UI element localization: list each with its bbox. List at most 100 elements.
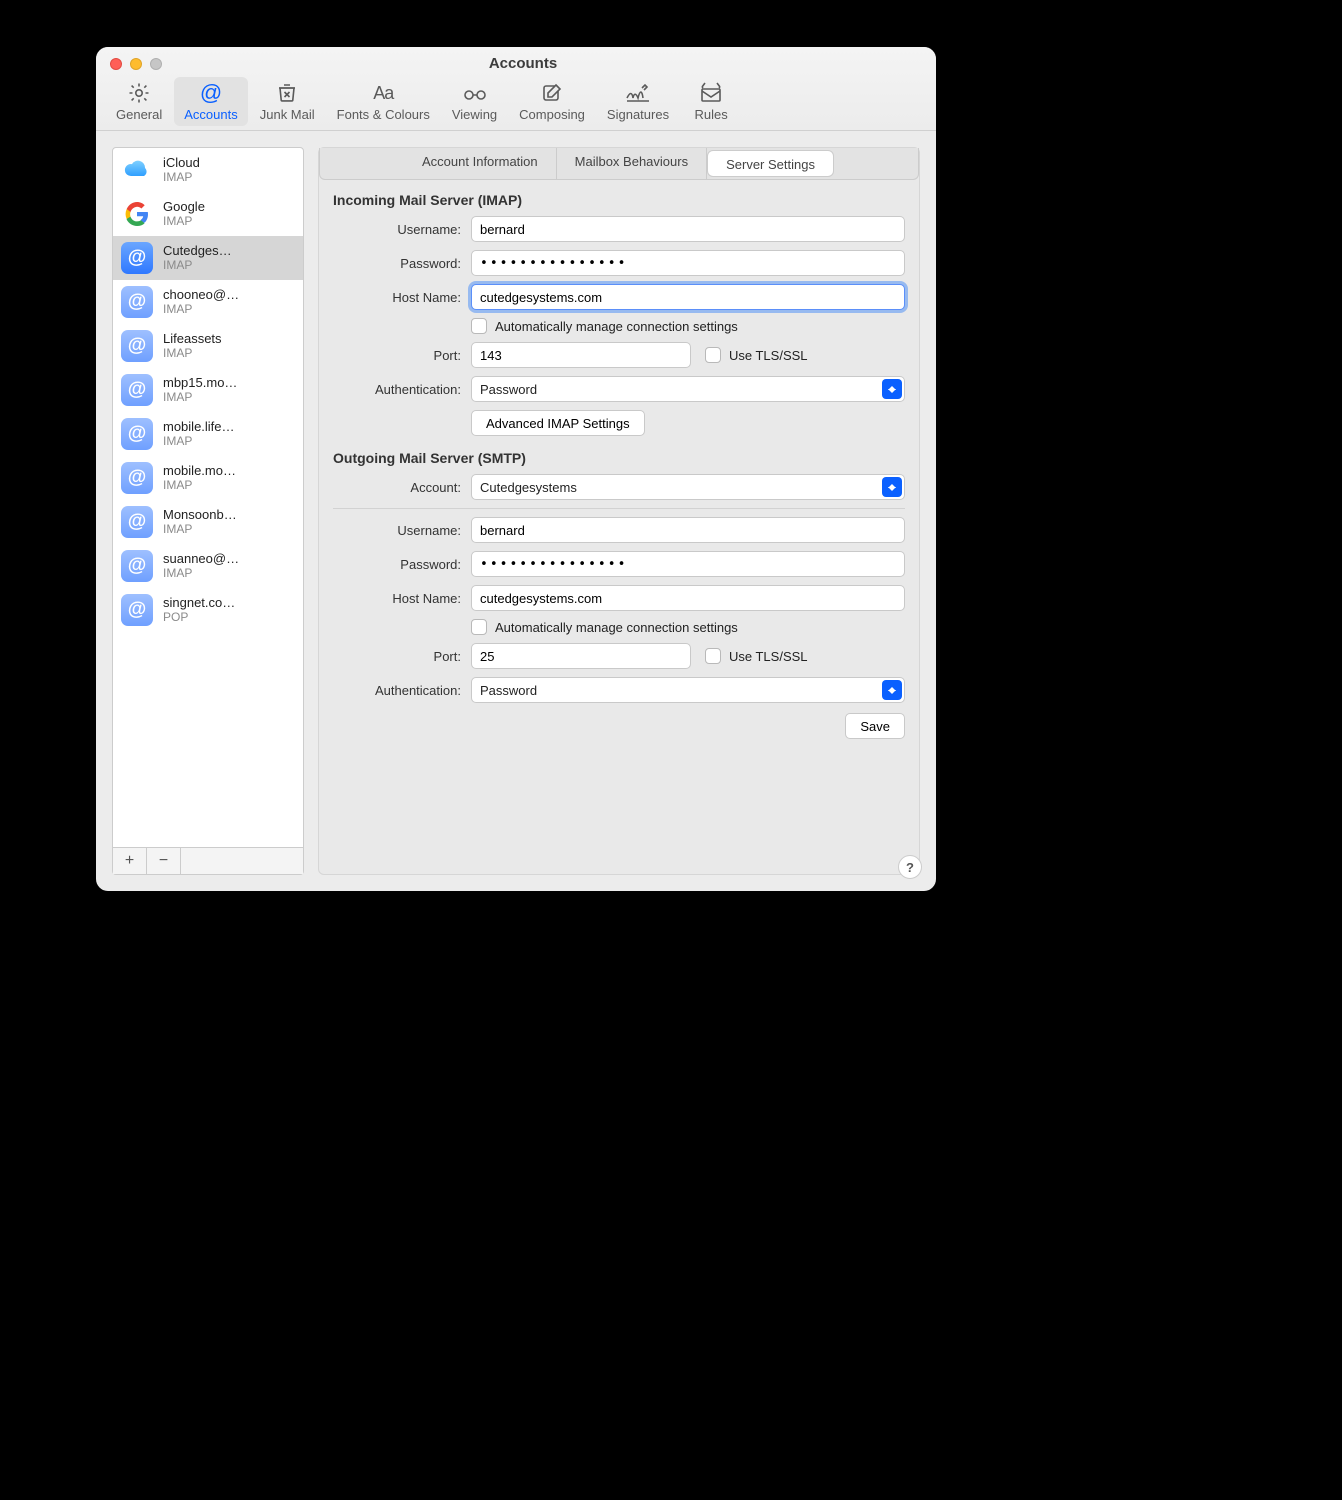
account-protocol: IMAP	[163, 479, 236, 493]
incoming-tls-checkbox[interactable]	[705, 347, 721, 363]
minimize-window-button[interactable]	[130, 58, 142, 70]
incoming-auth-select[interactable]: Password	[471, 376, 905, 402]
toolbar-rules[interactable]: Rules	[681, 77, 741, 126]
divider	[333, 508, 905, 509]
account-row[interactable]: @ mobile.mo…IMAP	[113, 456, 303, 500]
accounts-sidebar: iCloudIMAPGoogleIMAP@Cutedges…IMAP@choon…	[112, 147, 304, 875]
outgoing-tls-label: Use TLS/SSL	[729, 649, 808, 664]
help-button[interactable]: ?	[898, 855, 922, 879]
incoming-hostname-label: Host Name:	[392, 290, 461, 305]
account-protocol: IMAP	[163, 171, 200, 185]
account-name: suanneo@…	[163, 552, 239, 567]
outgoing-password-label: Password:	[400, 557, 461, 572]
account-row[interactable]: @Cutedges…IMAP	[113, 236, 303, 280]
add-account-button[interactable]: +	[113, 848, 147, 874]
at-icon: @	[200, 81, 222, 105]
toolbar-accounts[interactable]: @ Accounts	[174, 77, 247, 126]
at-icon: @	[121, 462, 153, 494]
signature-icon	[624, 81, 652, 105]
titlebar: Accounts General @ Accounts Junk Mail Aa	[96, 47, 936, 131]
glasses-icon	[461, 81, 489, 105]
account-name: mobile.life…	[163, 420, 235, 435]
tab-account-info[interactable]: Account Information	[404, 148, 557, 179]
incoming-password-label: Password:	[400, 256, 461, 271]
incoming-password-field[interactable]	[471, 250, 905, 276]
incoming-section-header: Incoming Mail Server (IMAP)	[333, 192, 905, 208]
outgoing-hostname-field[interactable]	[471, 585, 905, 611]
advanced-imap-button[interactable]: Advanced IMAP Settings	[471, 410, 645, 436]
tab-server-settings[interactable]: Server Settings	[707, 150, 834, 177]
account-protocol: IMAP	[163, 391, 237, 405]
save-button[interactable]: Save	[845, 713, 905, 739]
account-protocol: IMAP	[163, 259, 232, 273]
account-row[interactable]: @ LifeassetsIMAP	[113, 324, 303, 368]
toolbar-fonts[interactable]: Aa Fonts & Colours	[327, 77, 440, 126]
account-protocol: IMAP	[163, 523, 237, 537]
account-row[interactable]: @singnet.co…POP	[113, 588, 303, 632]
preferences-toolbar: General @ Accounts Junk Mail Aa Fonts & …	[96, 75, 936, 130]
account-name: Monsoonb…	[163, 508, 237, 523]
compose-icon	[540, 81, 564, 105]
tab-mailbox-behaviours[interactable]: Mailbox Behaviours	[557, 148, 707, 179]
outgoing-account-select[interactable]: Cutedgesystems	[471, 474, 905, 500]
account-protocol: IMAP	[163, 347, 222, 361]
toolbar-general[interactable]: General	[106, 77, 172, 126]
account-name: iCloud	[163, 156, 200, 171]
outgoing-auth-label: Authentication:	[375, 683, 461, 698]
outgoing-auth-select[interactable]: Password	[471, 677, 905, 703]
outgoing-port-label: Port:	[434, 649, 461, 664]
outgoing-username-label: Username:	[397, 523, 461, 538]
outgoing-port-field[interactable]	[471, 643, 691, 669]
incoming-auto-label: Automatically manage connection settings	[495, 319, 738, 334]
zoom-window-button[interactable]	[150, 58, 162, 70]
account-name: mbp15.mo…	[163, 376, 237, 391]
account-row[interactable]: iCloudIMAP	[113, 148, 303, 192]
incoming-port-label: Port:	[434, 348, 461, 363]
incoming-hostname-field[interactable]	[471, 284, 905, 310]
account-row[interactable]: @ mbp15.mo…IMAP	[113, 368, 303, 412]
toolbar-signatures[interactable]: Signatures	[597, 77, 679, 126]
account-row[interactable]: @ mobile.life…IMAP	[113, 412, 303, 456]
incoming-username-field[interactable]	[471, 216, 905, 242]
at-icon: @	[121, 330, 153, 362]
account-name: Google	[163, 200, 205, 215]
toolbar-viewing[interactable]: Viewing	[442, 77, 507, 126]
outgoing-hostname-label: Host Name:	[392, 591, 461, 606]
incoming-port-field[interactable]	[471, 342, 691, 368]
account-row[interactable]: @Monsoonb…IMAP	[113, 500, 303, 544]
outgoing-tls-checkbox[interactable]	[705, 648, 721, 664]
account-name: Lifeassets	[163, 332, 222, 347]
toolbar-junk[interactable]: Junk Mail	[250, 77, 325, 126]
close-window-button[interactable]	[110, 58, 122, 70]
gear-icon	[127, 81, 151, 105]
at-icon: @	[121, 286, 153, 318]
accounts-list[interactable]: iCloudIMAPGoogleIMAP@Cutedges…IMAP@choon…	[113, 148, 303, 847]
remove-account-button[interactable]: −	[147, 848, 181, 874]
toolbar-composing[interactable]: Composing	[509, 77, 595, 126]
account-row[interactable]: @suanneo@…IMAP	[113, 544, 303, 588]
account-protocol: IMAP	[163, 215, 205, 229]
account-name: Cutedges…	[163, 244, 232, 259]
account-name: singnet.co…	[163, 596, 235, 611]
trash-x-icon	[275, 81, 299, 105]
outgoing-password-field[interactable]	[471, 551, 905, 577]
incoming-username-label: Username:	[397, 222, 461, 237]
at-icon: @	[121, 374, 153, 406]
account-name: mobile.mo…	[163, 464, 236, 479]
incoming-tls-label: Use TLS/SSL	[729, 348, 808, 363]
envelope-arrows-icon	[698, 81, 724, 105]
fonts-icon: Aa	[373, 81, 393, 105]
incoming-auto-checkbox[interactable]	[471, 318, 487, 334]
account-protocol: IMAP	[163, 567, 239, 581]
outgoing-username-field[interactable]	[471, 517, 905, 543]
account-protocol: POP	[163, 611, 235, 625]
account-row[interactable]: @chooneo@…IMAP	[113, 280, 303, 324]
sidebar-footer-spacer	[181, 848, 303, 874]
settings-tabs: Account Information Mailbox Behaviours S…	[319, 148, 919, 180]
preferences-window: Accounts General @ Accounts Junk Mail Aa	[96, 47, 936, 891]
at-icon: @	[121, 418, 153, 450]
account-row[interactable]: GoogleIMAP	[113, 192, 303, 236]
account-protocol: IMAP	[163, 435, 235, 449]
outgoing-auto-checkbox[interactable]	[471, 619, 487, 635]
outgoing-section-header: Outgoing Mail Server (SMTP)	[333, 450, 905, 466]
